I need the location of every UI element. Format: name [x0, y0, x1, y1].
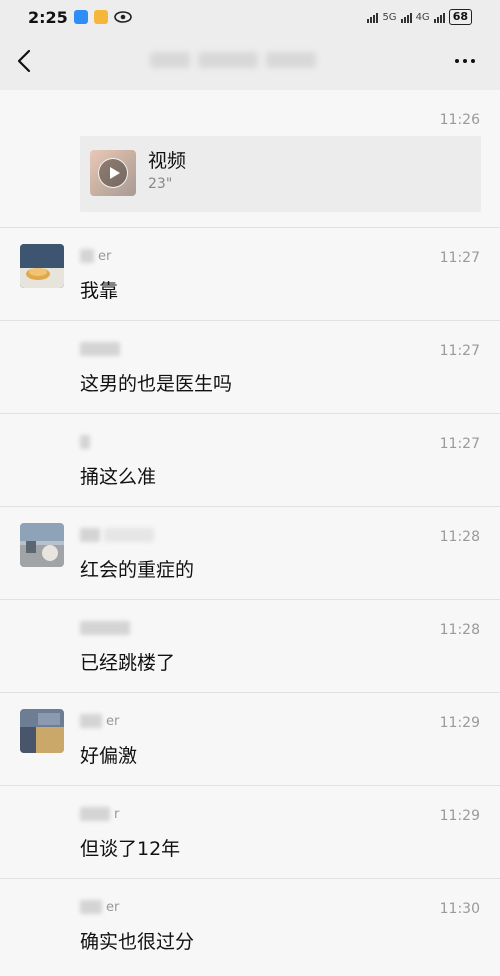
message-text: 确实也很过分 [80, 931, 195, 953]
sender-name [80, 434, 90, 450]
video-card[interactable]: 视频 23" [80, 136, 481, 212]
video-thumbnail [90, 150, 136, 196]
message-time: 11:30 [439, 901, 480, 917]
back-button[interactable] [0, 36, 50, 86]
sender-name: er [80, 713, 119, 729]
message-time: 11:29 [439, 715, 480, 731]
avatar-image [20, 523, 64, 567]
list-item: er 11:30 确实也很过分 [0, 879, 500, 972]
message-text: 我靠 [80, 280, 119, 302]
message-text: 这男的也是医生吗 [80, 373, 233, 395]
avatar[interactable] [20, 709, 64, 753]
battery-icon: 68 [448, 9, 472, 25]
message-text: 已经跳楼了 [80, 652, 176, 674]
chat-title-redacted [150, 48, 350, 72]
sender-name: er [80, 248, 111, 264]
avatar-image [20, 244, 64, 288]
sender-name [80, 341, 120, 357]
app-notification-icon-2 [93, 10, 108, 24]
chat-message-list[interactable]: 11:26 视频 23" er 11:27 我靠 11:27 这男的也是医生吗 … [0, 90, 500, 976]
video-title: 视频 [148, 150, 187, 172]
video-duration: 23" [148, 176, 173, 192]
play-icon [98, 158, 128, 188]
message-text: 捅这么准 [80, 466, 157, 488]
signal-icon-3 [433, 11, 445, 23]
avatar[interactable] [20, 523, 64, 567]
message-time: 11:29 [439, 808, 480, 824]
message-video: 11:26 视频 23" [0, 90, 500, 228]
message-time: 11:28 [439, 622, 480, 638]
network-type-2: 4G [415, 11, 430, 23]
list-item: 11:27 这男的也是医生吗 [0, 321, 500, 414]
signal-icon-2 [400, 11, 412, 23]
list-item: 11:28 已经跳楼了 [0, 600, 500, 693]
sender-name [80, 620, 130, 636]
message-text: 但谈了12年 [80, 838, 181, 860]
sender-name: r [80, 806, 119, 822]
message-time: 11:28 [439, 529, 480, 545]
network-type: 5G [382, 11, 397, 23]
message-time: 11:27 [439, 250, 480, 266]
avatar[interactable] [20, 244, 64, 288]
message-time: 11:27 [439, 436, 480, 452]
signal-icon [367, 11, 379, 23]
chat-header [0, 34, 500, 88]
message-time: 11:27 [439, 343, 480, 359]
list-item: 11:28 红会的重症的 [0, 507, 500, 600]
status-time: 2:25 [28, 7, 68, 27]
message-text: 红会的重症的 [80, 559, 195, 581]
list-item: er 11:27 我靠 [0, 228, 500, 321]
list-item: 11:27 捅这么准 [0, 414, 500, 507]
chevron-left-icon [17, 49, 31, 73]
avatar-image [20, 709, 64, 753]
message-time: 11:26 [439, 112, 480, 128]
list-item: er 11:29 好偏激 [0, 693, 500, 786]
more-dots-icon [455, 59, 459, 63]
more-button[interactable] [440, 36, 490, 86]
app-notification-icon [73, 10, 88, 24]
message-text: 好偏激 [80, 745, 138, 767]
status-bar: 2:25 5G 4G 68 [0, 0, 500, 34]
eye-icon [113, 11, 132, 23]
sender-name [80, 527, 154, 543]
sender-name: er [80, 899, 119, 915]
list-item: r 11:29 但谈了12年 [0, 786, 500, 879]
